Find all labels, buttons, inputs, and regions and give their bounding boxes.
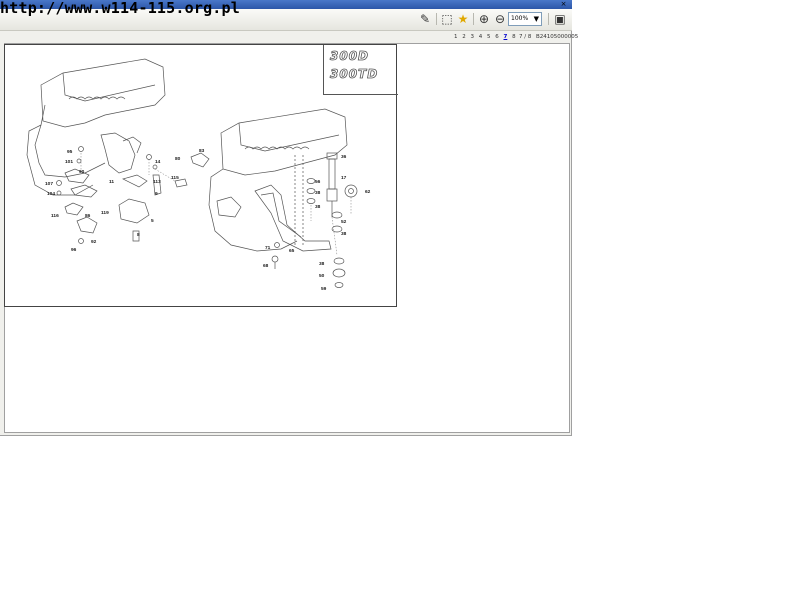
callout-label: 101 (65, 159, 73, 165)
page-link-7[interactable]: 7 (504, 34, 508, 40)
callout-label: 68 (263, 263, 269, 269)
favorite-star-icon[interactable]: ★ (456, 12, 470, 26)
callout-label: 95 (67, 149, 73, 155)
toolbar-separator (436, 13, 437, 25)
callout-label: 119 (101, 210, 109, 216)
callout-label: 83 (199, 148, 205, 154)
callout-label: 115 (171, 175, 179, 181)
callout-label: 52 (341, 219, 347, 225)
zoom-in-icon[interactable]: ⊕ (477, 12, 491, 26)
callout-label: 90 (79, 169, 85, 175)
viewer-window: × ✎ ⬚ ★ ⊕ ⊖ 100% ▼ ▣ 1 2 3 4 5 6 7 8 7 /… (0, 0, 578, 436)
callout-label: 56 (315, 179, 321, 185)
page-link-3[interactable]: 3 (471, 34, 475, 40)
callout-label: 71 (265, 245, 271, 251)
parts-diagram: 300D 300TD 95 101 107 104 116 86 92 96 8… (4, 44, 398, 307)
select-icon[interactable]: ⬚ (440, 12, 454, 26)
zoom-value: 100% (511, 15, 529, 22)
callout-label: 59 (321, 286, 327, 292)
callout-label: 36 (341, 154, 347, 160)
callout-label: 11 (109, 179, 114, 185)
page-info: 7 / 8 (519, 34, 532, 40)
edit-note-icon[interactable]: ✎ (418, 12, 432, 26)
chevron-down-icon: ▼ (533, 15, 539, 23)
watermark-url: http://www.w114-115.org.pl (0, 0, 240, 17)
callout-label: 50 (319, 273, 325, 279)
zoom-out-icon[interactable]: ⊖ (493, 12, 507, 26)
page-navigation: 1 2 3 4 5 6 7 8 7 / 8 B24105000005 (0, 31, 578, 43)
callout-label: 38 (315, 204, 321, 210)
page-link-2[interactable]: 2 (462, 34, 466, 40)
page-link-8[interactable]: 8 (512, 34, 516, 40)
part-number: B24105000005 (536, 34, 579, 40)
callout-label: 113 (153, 179, 161, 185)
callout-label: 38 (319, 261, 325, 267)
engine-drawing: 95 101 107 104 116 86 92 96 80 119 11 14… (26, 58, 371, 292)
callout-label: 80 (175, 156, 181, 162)
page-link-6[interactable]: 6 (495, 34, 499, 40)
callout-label: 86 (85, 213, 91, 219)
callout-label: 104 (47, 191, 55, 197)
callout-label: 92 (91, 239, 97, 245)
zoom-select[interactable]: 100% ▼ (508, 12, 542, 26)
callout-label: 9 (155, 191, 158, 197)
callout-label: 17 (341, 175, 347, 181)
callout-label: 38 (341, 231, 347, 237)
close-window-button[interactable]: × (559, 1, 568, 8)
single-page-icon[interactable]: ▣ (553, 12, 567, 26)
toolbar-separator (473, 13, 474, 25)
callout-label: 14 (155, 159, 161, 165)
callout-label: 5 (151, 218, 154, 224)
page-link-4[interactable]: 4 (479, 34, 483, 40)
callout-label: 62 (365, 189, 371, 195)
callout-label: 38 (315, 190, 321, 196)
callout-label: 96 (71, 247, 77, 253)
callout-label: 107 (45, 181, 53, 187)
page-link-5[interactable]: 5 (487, 34, 491, 40)
page-links: 1 2 3 4 5 6 7 8 (454, 31, 519, 43)
toolbar-separator (548, 13, 549, 25)
callout-label: 65 (289, 248, 295, 254)
page-link-1[interactable]: 1 (454, 34, 458, 40)
callout-label: 116 (51, 213, 59, 219)
callout-label: 8 (137, 232, 140, 238)
